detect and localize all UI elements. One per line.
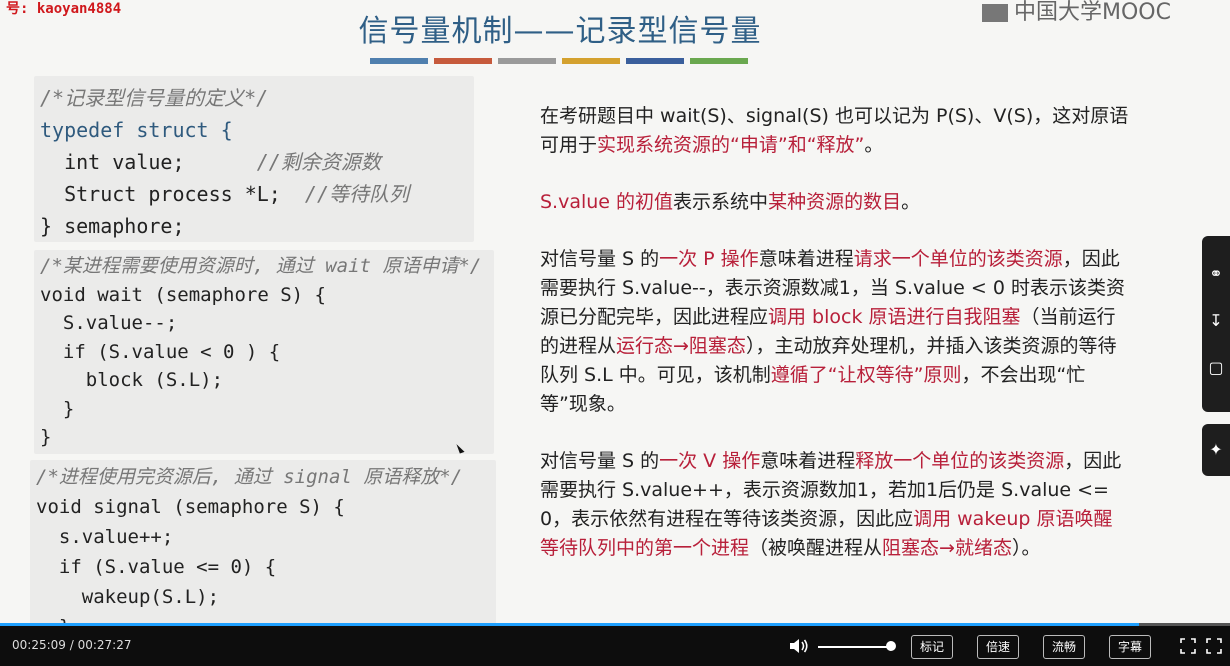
code-line: void wait (semaphore S) { [40,283,326,306]
volume-slider-knob[interactable] [886,641,896,651]
text-run: 意味着进程 [760,450,856,472]
strip-seg [498,58,556,64]
slide-title: 信号量机制——记录型信号量 [358,14,762,49]
quality-button[interactable]: 流畅 [1043,635,1086,659]
highlight-text: 调用 block 原语进行自我阻塞 [768,306,1021,328]
download-icon: ↧ [1209,311,1223,330]
text-run: 。 [864,134,884,156]
code-line: Struct process *L; [40,182,281,206]
star-icon: ✦ [1209,440,1223,459]
code-line: int value; [40,150,185,174]
highlight-text: 运行态→阻塞态 [616,335,746,357]
share-icon: ⚭ [1209,264,1223,283]
text-run: 对信号量 S 的 [540,248,660,270]
logo-text: 中国大学MOOC [1014,0,1171,25]
code-line: block (S.L); [40,369,224,391]
code-line: typedef struct { [40,118,233,142]
strip-seg [562,58,620,64]
side-panel-tab-2[interactable]: ✦ [1202,424,1230,476]
code-line: if (S.value <= 0) { [36,556,277,578]
code-comment: //等待队列 [304,182,410,206]
highlight-text: 阻塞态→就绪态 [882,537,1012,559]
note-icon: ▢ [1208,358,1224,377]
volume-slider[interactable] [818,646,894,648]
highlight-text: 请求一个单位的该类资源 [853,248,1063,270]
code-line: void signal (semaphore S) { [36,496,345,518]
code-comment: /*进程使用完资源后, 通过 signal 原语释放*/ [36,466,463,488]
code-comment: /*记录型信号量的定义*/ [40,86,269,110]
text-run: 对信号量 S 的 [540,450,660,472]
title-color-strip [370,58,748,64]
highlight-text: S.value 的初值 [540,191,674,213]
strip-seg [626,58,684,64]
code-line: s.value++; [36,526,174,548]
code-line: if (S.value < 0 ) { [40,340,281,363]
code-comment: /*某进程需要使用资源时, 通过 wait 原语申请*/ [40,255,482,277]
paragraph-p-operation: 对信号量 S 的一次 P 操作意味着进程请求一个单位的该类资源，因此需要执行 S… [540,245,1130,419]
paragraph-v-operation: 对信号量 S 的一次 V 操作意味着进程释放一个单位的该类资源，因此需要执行 S… [540,447,1130,563]
strip-seg [370,58,428,64]
video-controls: 00:25:09 / 00:27:27 标记 倍速 流畅 字幕 [0,626,1230,666]
strip-seg [434,58,492,64]
code-line: S.value--; [40,312,178,334]
settings-icon[interactable] [1206,638,1222,654]
paragraph-primitives: 在考研题目中 wait(S)、signal(S) 也可以记为 P(S)、V(S)… [540,102,1130,160]
code-comment: //剩余资源数 [256,150,381,174]
paragraph-initial-value: S.value 的初值表示系统中某种资源的数目。 [540,188,1130,217]
code-line: } semaphore; [40,214,185,238]
highlight-text: 一次 V 操作 [659,450,761,472]
side-panel-tab[interactable]: ⚭ ↧ ▢ [1202,236,1230,412]
volume-icon[interactable] [788,636,810,656]
text-run: ）。 [1011,537,1041,559]
text-run: （被唤醒进程从 [749,537,883,559]
mooc-logo: 中国大学MOOC [982,0,1171,26]
subtitle-button[interactable]: 字幕 [1109,635,1152,659]
code-line: wakeup(S.L); [36,586,220,608]
explanation-text: 在考研题目中 wait(S)、signal(S) 也可以记为 P(S)、V(S)… [540,102,1130,591]
mark-button[interactable]: 标记 [911,635,954,659]
time-display: 00:25:09 / 00:27:27 [12,638,132,652]
speed-button[interactable]: 倍速 [977,635,1020,659]
text-run: 。 [901,191,921,213]
highlight-text: 遵循了“让权等待”原则 [770,364,962,386]
watermark: 号: kaoyan4884 [6,1,122,17]
highlight-text: 释放一个单位的该类资源 [855,450,1065,472]
highlight-text: 一次 P 操作 [659,248,759,270]
logo-mark-icon [982,4,1008,22]
strip-seg [690,58,748,64]
code-line: } [40,397,75,420]
text-run: 意味着进程 [758,248,854,270]
code-line: } [40,426,52,448]
code-block-definition: /*记录型信号量的定义*/ typedef struct { int value… [34,76,474,242]
fullscreen-icon[interactable] [1180,638,1196,654]
lecture-slide: 号: kaoyan4884 中国大学MOOC 信号量机制——记录型信号量 /*记… [0,0,1230,625]
highlight-text: 实现系统资源的“申请”和“释放” [597,134,865,156]
code-block-signal: /*进程使用完资源后, 通过 signal 原语释放*/ void signal… [30,460,496,625]
text-run: 表示系统中 [673,191,769,213]
code-block-wait: /*某进程需要使用资源时, 通过 wait 原语申请*/ void wait (… [34,250,494,454]
highlight-text: 某种资源的数目 [768,191,902,213]
